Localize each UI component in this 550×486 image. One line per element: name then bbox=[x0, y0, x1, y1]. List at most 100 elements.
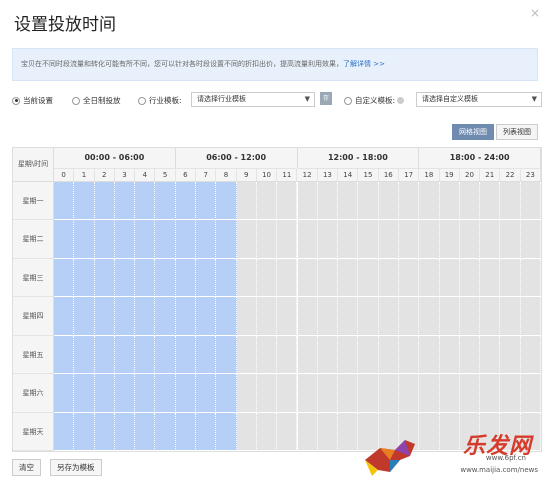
time-cell[interactable] bbox=[277, 297, 298, 336]
time-cell[interactable] bbox=[480, 182, 501, 221]
time-cell[interactable] bbox=[256, 297, 278, 336]
time-cell[interactable] bbox=[155, 297, 176, 336]
time-range-header[interactable]: 06:00 - 12:00 bbox=[176, 148, 298, 168]
learn-more-link[interactable]: 了解详情 >> bbox=[343, 60, 385, 68]
time-cell[interactable] bbox=[94, 297, 115, 336]
hour-header[interactable]: 0 bbox=[54, 168, 75, 181]
time-cell[interactable] bbox=[358, 258, 379, 298]
time-cell[interactable] bbox=[398, 182, 420, 221]
time-cell[interactable] bbox=[500, 182, 521, 221]
hour-header[interactable]: 21 bbox=[480, 168, 501, 181]
time-cell[interactable] bbox=[500, 220, 521, 259]
time-cell[interactable] bbox=[54, 258, 75, 298]
time-cell[interactable] bbox=[155, 258, 176, 298]
time-cell[interactable] bbox=[236, 374, 257, 413]
time-cell[interactable] bbox=[480, 335, 501, 375]
day-label[interactable]: 星期天 bbox=[13, 413, 53, 451]
time-cell[interactable] bbox=[236, 412, 257, 451]
time-cell[interactable] bbox=[500, 297, 521, 336]
time-cell[interactable] bbox=[277, 182, 298, 221]
time-cell[interactable] bbox=[277, 220, 298, 259]
time-cell[interactable] bbox=[277, 412, 298, 451]
time-cell[interactable] bbox=[317, 412, 339, 451]
close-icon[interactable]: × bbox=[530, 6, 540, 20]
time-cell[interactable] bbox=[196, 335, 217, 375]
time-cell[interactable] bbox=[54, 374, 75, 413]
time-cell[interactable] bbox=[135, 258, 156, 298]
time-cell[interactable] bbox=[94, 258, 115, 298]
time-cell[interactable] bbox=[196, 412, 217, 451]
help-icon[interactable] bbox=[397, 97, 405, 104]
hour-header[interactable]: 22 bbox=[500, 168, 521, 181]
day-label[interactable]: 星期四 bbox=[13, 297, 53, 336]
time-cell[interactable] bbox=[358, 297, 379, 336]
time-cell[interactable] bbox=[236, 297, 257, 336]
save-icon[interactable]: 存 bbox=[320, 92, 332, 105]
time-cell[interactable] bbox=[520, 335, 541, 375]
time-cell[interactable] bbox=[94, 220, 115, 259]
hour-header[interactable]: 2 bbox=[94, 168, 115, 181]
time-cell[interactable] bbox=[338, 412, 359, 451]
time-cell[interactable] bbox=[135, 374, 156, 413]
time-cell[interactable] bbox=[358, 182, 379, 221]
radio-custom-icon[interactable] bbox=[344, 96, 352, 105]
radio-industry-icon[interactable] bbox=[138, 96, 146, 105]
time-cell[interactable] bbox=[378, 374, 399, 413]
time-cell[interactable] bbox=[175, 374, 197, 413]
save-as-template-button[interactable]: 另存为模板 bbox=[50, 459, 102, 476]
time-cell[interactable] bbox=[114, 258, 136, 298]
time-cell[interactable] bbox=[135, 412, 156, 451]
time-cell[interactable] bbox=[520, 258, 541, 298]
time-cell[interactable] bbox=[500, 335, 521, 375]
time-cell[interactable] bbox=[398, 297, 420, 336]
time-cell[interactable] bbox=[358, 335, 379, 375]
time-cell[interactable] bbox=[338, 335, 359, 375]
time-cell[interactable] bbox=[94, 374, 115, 413]
time-cell[interactable] bbox=[196, 297, 217, 336]
time-cell[interactable] bbox=[459, 374, 481, 413]
time-cell[interactable] bbox=[439, 374, 460, 413]
time-cell[interactable] bbox=[338, 182, 359, 221]
time-cell[interactable] bbox=[317, 335, 339, 375]
time-cell[interactable] bbox=[114, 374, 136, 413]
time-cell[interactable] bbox=[317, 297, 339, 336]
time-cell[interactable] bbox=[480, 220, 501, 259]
time-cell[interactable] bbox=[297, 258, 318, 298]
time-cell[interactable] bbox=[135, 220, 156, 259]
time-cell[interactable] bbox=[459, 220, 481, 259]
time-cell[interactable] bbox=[155, 412, 176, 451]
time-cell[interactable] bbox=[216, 335, 237, 375]
custom-template-select[interactable]: 请选择自定义模板 ▼ bbox=[416, 92, 542, 107]
time-cell[interactable] bbox=[74, 297, 95, 336]
time-cell[interactable] bbox=[419, 297, 440, 336]
time-cell[interactable] bbox=[114, 220, 136, 259]
time-range-header[interactable]: 18:00 - 24:00 bbox=[419, 148, 541, 168]
time-cell[interactable] bbox=[317, 374, 339, 413]
time-cell[interactable] bbox=[459, 335, 481, 375]
hour-header[interactable]: 10 bbox=[256, 168, 278, 181]
time-cell[interactable] bbox=[297, 182, 318, 221]
time-cell[interactable] bbox=[398, 374, 420, 413]
time-cell[interactable] bbox=[175, 412, 197, 451]
time-cell[interactable] bbox=[459, 258, 481, 298]
time-cell[interactable] bbox=[74, 374, 95, 413]
time-cell[interactable] bbox=[196, 374, 217, 413]
time-cell[interactable] bbox=[216, 258, 237, 298]
time-cell[interactable] bbox=[74, 220, 95, 259]
time-cell[interactable] bbox=[297, 335, 318, 375]
time-cell[interactable] bbox=[216, 182, 237, 221]
hour-header[interactable]: 15 bbox=[358, 168, 379, 181]
radio-current-setting[interactable]: 当前设置 bbox=[12, 95, 53, 106]
time-cell[interactable] bbox=[54, 220, 75, 259]
time-cell[interactable] bbox=[155, 182, 176, 221]
time-cell[interactable] bbox=[378, 220, 399, 259]
time-cell[interactable] bbox=[338, 297, 359, 336]
time-cell[interactable] bbox=[297, 374, 318, 413]
time-cell[interactable] bbox=[480, 297, 501, 336]
time-cell[interactable] bbox=[297, 220, 318, 259]
time-cell[interactable] bbox=[338, 220, 359, 259]
time-cell[interactable] bbox=[216, 220, 237, 259]
time-cell[interactable] bbox=[419, 220, 440, 259]
time-cell[interactable] bbox=[135, 335, 156, 375]
day-label[interactable]: 星期一 bbox=[13, 182, 53, 221]
